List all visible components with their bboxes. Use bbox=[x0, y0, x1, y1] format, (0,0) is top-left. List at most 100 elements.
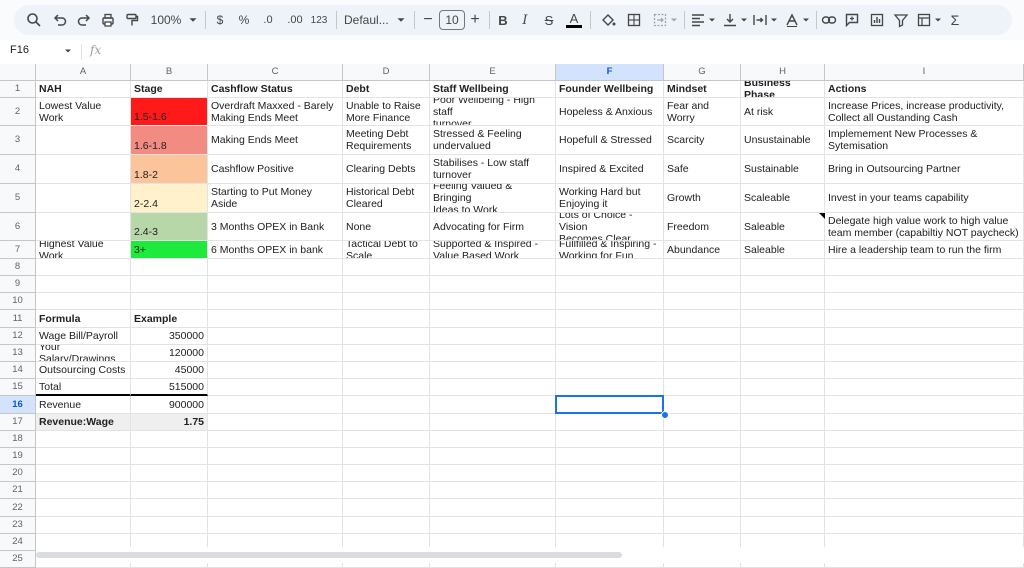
insert-comment-icon[interactable] bbox=[843, 8, 861, 32]
bold-button[interactable]: B bbox=[495, 8, 511, 32]
empty-cell[interactable] bbox=[741, 465, 825, 482]
empty-cell[interactable] bbox=[430, 362, 556, 379]
empty-cell[interactable] bbox=[556, 482, 664, 499]
empty-cell[interactable] bbox=[208, 431, 343, 448]
empty-cell[interactable] bbox=[208, 499, 343, 517]
row-header-3[interactable]: 3 bbox=[0, 126, 36, 155]
table-cell-c[interactable]: 3 Months OPEX in Bank bbox=[208, 213, 343, 241]
chevron-down-icon[interactable] bbox=[738, 8, 750, 32]
empty-cell[interactable] bbox=[208, 379, 343, 396]
table-cell-g[interactable]: Growth bbox=[664, 184, 741, 213]
row-header-7[interactable]: 7 bbox=[0, 241, 36, 259]
formula-value[interactable]: 350000 bbox=[131, 328, 208, 345]
empty-cell[interactable] bbox=[556, 328, 664, 345]
header-cell-i[interactable]: Actions bbox=[825, 81, 1024, 98]
decrease-decimal-button[interactable]: .0 bbox=[257, 8, 279, 32]
empty-cell[interactable] bbox=[741, 345, 825, 362]
row-header-1[interactable]: 1 bbox=[0, 81, 36, 98]
table-cell-h[interactable]: Saleable bbox=[741, 213, 825, 241]
formula-label[interactable]: Your Salary/Drawings bbox=[36, 345, 131, 362]
empty-cell[interactable] bbox=[664, 465, 741, 482]
table-cell-d[interactable]: Historical Debt Cleared bbox=[343, 184, 430, 213]
empty-cell[interactable] bbox=[664, 310, 741, 328]
paint-format-icon[interactable] bbox=[122, 8, 142, 32]
font-size-input[interactable]: 10 bbox=[439, 8, 465, 32]
empty-cell[interactable] bbox=[664, 414, 741, 431]
column-header-h[interactable]: H bbox=[741, 64, 825, 81]
empty-cell[interactable] bbox=[343, 517, 430, 534]
empty-cell[interactable] bbox=[131, 482, 208, 499]
empty-cell[interactable] bbox=[208, 293, 343, 310]
empty-cell[interactable] bbox=[556, 448, 664, 465]
empty-cell[interactable] bbox=[343, 414, 430, 431]
row-header-23[interactable]: 23 bbox=[0, 517, 36, 534]
header-cell-g[interactable]: Mindset bbox=[664, 81, 741, 98]
row-header-11[interactable]: 11 bbox=[0, 310, 36, 328]
text-wrapping-icon[interactable] bbox=[752, 8, 768, 32]
empty-cell[interactable] bbox=[825, 482, 1024, 499]
empty-cell[interactable] bbox=[741, 293, 825, 310]
chevron-down-icon[interactable] bbox=[186, 8, 200, 32]
empty-cell[interactable] bbox=[556, 276, 664, 293]
row-header-14[interactable]: 14 bbox=[0, 362, 36, 379]
table-cell-c[interactable]: Starting to Put Money Aside bbox=[208, 184, 343, 213]
table-cell-a[interactable]: Lowest Value Work bbox=[36, 98, 131, 126]
empty-cell[interactable] bbox=[556, 379, 664, 396]
empty-cell[interactable] bbox=[131, 499, 208, 517]
search-menus-icon[interactable] bbox=[24, 8, 44, 32]
empty-cell[interactable] bbox=[556, 362, 664, 379]
empty-cell[interactable] bbox=[825, 328, 1024, 345]
table-cell-f[interactable]: Working Hard but Enjoying it bbox=[556, 184, 664, 213]
empty-cell[interactable] bbox=[208, 328, 343, 345]
row-header-8[interactable]: 8 bbox=[0, 259, 36, 276]
empty-cell[interactable] bbox=[430, 345, 556, 362]
empty-cell[interactable] bbox=[343, 499, 430, 517]
table-cell-h[interactable]: Scaleable bbox=[741, 184, 825, 213]
empty-cell[interactable] bbox=[556, 259, 664, 276]
table-cell-b[interactable]: 2-2.4 bbox=[131, 184, 208, 213]
empty-cell[interactable] bbox=[741, 328, 825, 345]
table-cell-c[interactable]: Overdraft Maxxed - Barely Making Ends Me… bbox=[208, 98, 343, 126]
empty-cell[interactable] bbox=[343, 431, 430, 448]
chevron-down-icon[interactable] bbox=[932, 8, 944, 32]
font-family-select[interactable]: Defaul... bbox=[344, 8, 400, 32]
empty-cell[interactable] bbox=[343, 379, 430, 396]
table-cell-i[interactable]: Bring in Outsourcing Partner bbox=[825, 155, 1024, 184]
empty-cell[interactable] bbox=[664, 379, 741, 396]
table-cell-a[interactable]: Highest Value Work bbox=[36, 241, 131, 259]
table-cell-g[interactable]: Safe bbox=[664, 155, 741, 184]
empty-cell[interactable] bbox=[131, 517, 208, 534]
empty-cell[interactable] bbox=[343, 276, 430, 293]
empty-cell[interactable] bbox=[825, 517, 1024, 534]
empty-cell[interactable] bbox=[343, 396, 430, 414]
empty-cell[interactable] bbox=[430, 431, 556, 448]
empty-cell[interactable] bbox=[430, 310, 556, 328]
borders-icon[interactable] bbox=[624, 8, 644, 32]
row-header-18[interactable]: 18 bbox=[0, 431, 36, 448]
header-cell-a[interactable]: NAH bbox=[36, 81, 131, 98]
table-cell-g[interactable]: Fear and Worry bbox=[664, 98, 741, 126]
table-cell-c[interactable]: Cashflow Positive bbox=[208, 155, 343, 184]
empty-cell[interactable] bbox=[556, 465, 664, 482]
empty-cell[interactable] bbox=[208, 362, 343, 379]
increase-decimal-button[interactable]: .00 bbox=[283, 8, 307, 32]
empty-cell[interactable] bbox=[430, 328, 556, 345]
empty-cell[interactable] bbox=[556, 293, 664, 310]
column-header-b[interactable]: B bbox=[131, 64, 208, 81]
row-header-19[interactable]: 19 bbox=[0, 448, 36, 465]
empty-cell[interactable] bbox=[36, 293, 131, 310]
table-cell-e[interactable]: Feeling Valued & Bringing Ideas to Work bbox=[430, 184, 556, 213]
percent-format-button[interactable]: % bbox=[235, 8, 253, 32]
table-cell-f[interactable]: Hopeless & Anxious bbox=[556, 98, 664, 126]
empty-cell[interactable] bbox=[343, 448, 430, 465]
table-cell-g[interactable]: Abundance bbox=[664, 241, 741, 259]
empty-cell[interactable] bbox=[343, 259, 430, 276]
formula-header-label[interactable]: Formula bbox=[36, 310, 131, 328]
empty-cell[interactable] bbox=[664, 328, 741, 345]
empty-cell[interactable] bbox=[741, 276, 825, 293]
table-cell-c[interactable]: Making Ends Meet bbox=[208, 126, 343, 155]
row-header-12[interactable]: 12 bbox=[0, 328, 36, 345]
empty-cell[interactable] bbox=[343, 465, 430, 482]
column-header-c[interactable]: C bbox=[208, 64, 343, 81]
row-header-24[interactable]: 24 bbox=[0, 534, 36, 551]
